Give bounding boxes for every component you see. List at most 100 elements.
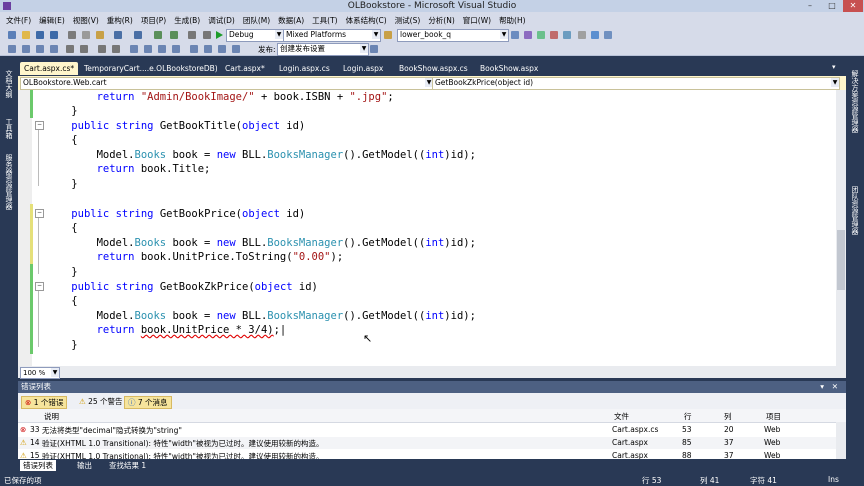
menu-file[interactable]: 文件(F) — [6, 15, 31, 26]
menu-edit[interactable]: 编辑(E) — [39, 15, 65, 26]
maximize-button[interactable]: □ — [822, 0, 842, 12]
clear-bookmarks-icon[interactable] — [172, 45, 180, 53]
editor-vertical-scrollbar[interactable] — [836, 90, 846, 366]
command-window-icon[interactable] — [591, 31, 599, 39]
menu-help[interactable]: 帮助(H) — [499, 15, 526, 26]
save-icon[interactable] — [36, 31, 44, 39]
extension-manager-icon[interactable] — [578, 31, 586, 39]
pin-icon[interactable]: ▾ — [820, 381, 824, 393]
uncomment-icon[interactable] — [203, 31, 211, 39]
tab-cart-aspx-cs[interactable]: Cart.aspx.cs* — [20, 62, 79, 75]
quick-info-icon[interactable] — [22, 45, 30, 53]
tab-error-list[interactable]: 错误列表 — [20, 460, 56, 471]
messages-filter-button[interactable]: ⓘ 7 个消息 — [124, 396, 172, 409]
find-in-files-icon[interactable] — [384, 31, 392, 39]
code-editor[interactable]: − − − return "Admin/BookImage/" + book.I… — [18, 90, 846, 366]
column-line[interactable]: 行 — [684, 411, 692, 422]
indent-icon[interactable] — [80, 45, 88, 53]
error-list-scrollbar[interactable] — [836, 422, 846, 459]
minimize-button[interactable]: – — [800, 0, 820, 12]
document-outline-tab[interactable]: 文档大纲 — [4, 70, 14, 98]
bookmark-icon[interactable] — [130, 45, 138, 53]
undo-icon[interactable] — [114, 31, 122, 39]
comment-selection-icon[interactable] — [98, 45, 106, 53]
redo-icon[interactable] — [134, 31, 142, 39]
close-button[interactable]: ✕ — [843, 0, 863, 12]
outdent-icon[interactable] — [66, 45, 74, 53]
menu-project[interactable]: 项目(P) — [141, 15, 166, 26]
publish-icon[interactable] — [370, 45, 378, 53]
next-bookmark-icon[interactable] — [158, 45, 166, 53]
object-browser-icon[interactable] — [537, 31, 545, 39]
class-dropdown[interactable]: OLBookstore.Web.cart ▼ — [20, 77, 434, 90]
collapse-icon[interactable]: − — [35, 121, 44, 130]
connect-icon[interactable] — [8, 45, 16, 53]
cut-icon[interactable] — [68, 31, 76, 39]
column-file[interactable]: 文件 — [614, 411, 629, 422]
warnings-filter-button[interactable]: ⚠ 25 个警告 — [76, 396, 126, 407]
menu-window[interactable]: 窗口(W) — [463, 15, 491, 26]
tab-cart-aspx[interactable]: Cart.aspx* — [221, 62, 269, 75]
tab-overflow-icon[interactable]: ▾ — [832, 63, 836, 71]
tab-login-aspx[interactable]: Login.aspx — [339, 62, 387, 75]
prev-bookmark-icon[interactable] — [144, 45, 152, 53]
tab-login-aspx-cs[interactable]: Login.aspx.cs — [275, 62, 334, 75]
word-complete-icon[interactable] — [50, 45, 58, 53]
make-same-size-icon[interactable] — [232, 45, 240, 53]
open-file-icon[interactable] — [22, 31, 30, 39]
column-column[interactable]: 列 — [724, 411, 732, 422]
toolbox-tab[interactable]: 工具箱 — [4, 118, 14, 139]
param-info-icon[interactable] — [36, 45, 44, 53]
new-project-icon[interactable] — [8, 31, 16, 39]
editor-horizontal-scrollbar[interactable]: 100 % ▼ — [18, 366, 846, 379]
scrollbar-thumb[interactable] — [837, 230, 845, 290]
align-rights-icon[interactable] — [218, 45, 226, 53]
paste-icon[interactable] — [96, 31, 104, 39]
menu-team[interactable]: 团队(M) — [243, 15, 270, 26]
table-row[interactable]: ⚠ 15 验证(XHTML 1.0 Transitional): 特性"widt… — [18, 450, 836, 459]
properties-icon[interactable] — [524, 31, 532, 39]
tab-temporary-cart[interactable]: TemporaryCart....e.OLBookstoreDB) — [80, 62, 222, 75]
errors-filter-button[interactable]: ⊗ 1 个错误 — [21, 396, 68, 409]
menu-refactor[interactable]: 重构(R) — [107, 15, 133, 26]
tab-bookshow-aspx-cs[interactable]: BookShow.aspx.cs — [395, 62, 472, 75]
align-centers-icon[interactable] — [204, 45, 212, 53]
save-all-icon[interactable] — [50, 31, 58, 39]
column-project[interactable]: 项目 — [766, 411, 781, 422]
tab-find-results[interactable]: 查找结果 1 — [106, 460, 149, 471]
tab-bookshow-aspx[interactable]: BookShow.aspx — [476, 62, 542, 75]
solution-platform-select[interactable]: Mixed Platforms ▼ — [283, 29, 381, 42]
output-window-icon[interactable] — [604, 31, 612, 39]
menu-analyze[interactable]: 分析(N) — [428, 15, 454, 26]
menu-test[interactable]: 测试(S) — [395, 15, 421, 26]
menu-architecture[interactable]: 体系结构(C) — [346, 15, 387, 26]
column-description[interactable]: 说明 — [44, 411, 59, 422]
solution-explorer-icon[interactable] — [511, 31, 519, 39]
table-row[interactable]: ⊗ 33 无法将类型"decimal"隐式转换为"string" Cart.as… — [18, 424, 836, 436]
comment-icon[interactable] — [188, 31, 196, 39]
close-icon[interactable]: ✕ — [832, 381, 838, 393]
solution-configuration-select[interactable]: Debug ▼ — [226, 29, 284, 42]
copy-icon[interactable] — [82, 31, 90, 39]
navigate-back-icon[interactable] — [154, 31, 162, 39]
member-dropdown[interactable]: GetBookZkPrice(object id) ▼ — [432, 77, 840, 90]
menu-debug[interactable]: 调试(D) — [208, 15, 235, 26]
publish-select[interactable]: 创建发布设置 ▼ — [277, 43, 369, 56]
align-lefts-icon[interactable] — [190, 45, 198, 53]
tab-output[interactable]: 输出 — [74, 460, 95, 471]
solution-explorer-tab[interactable]: 解决方案资源管理器 — [850, 70, 860, 133]
menu-data[interactable]: 数据(A) — [278, 15, 304, 26]
table-row[interactable]: ⚠ 14 验证(XHTML 1.0 Transitional): 特性"widt… — [18, 437, 836, 449]
find-combo[interactable]: lower_book_q ▼ — [397, 29, 509, 42]
menu-view[interactable]: 视图(V) — [73, 15, 99, 26]
toolbox-icon[interactable] — [550, 31, 558, 39]
collapse-icon[interactable]: − — [35, 282, 44, 291]
uncomment-selection-icon[interactable] — [112, 45, 120, 53]
collapse-icon[interactable]: − — [35, 209, 44, 218]
start-debugging-icon[interactable] — [216, 31, 223, 39]
start-page-icon[interactable] — [563, 31, 571, 39]
navigate-forward-icon[interactable] — [170, 31, 178, 39]
team-explorer-tab[interactable]: 团队资源管理器 — [850, 186, 860, 235]
server-explorer-tab[interactable]: 服务器资源管理器 — [4, 154, 14, 210]
menu-tools[interactable]: 工具(T) — [312, 15, 337, 26]
